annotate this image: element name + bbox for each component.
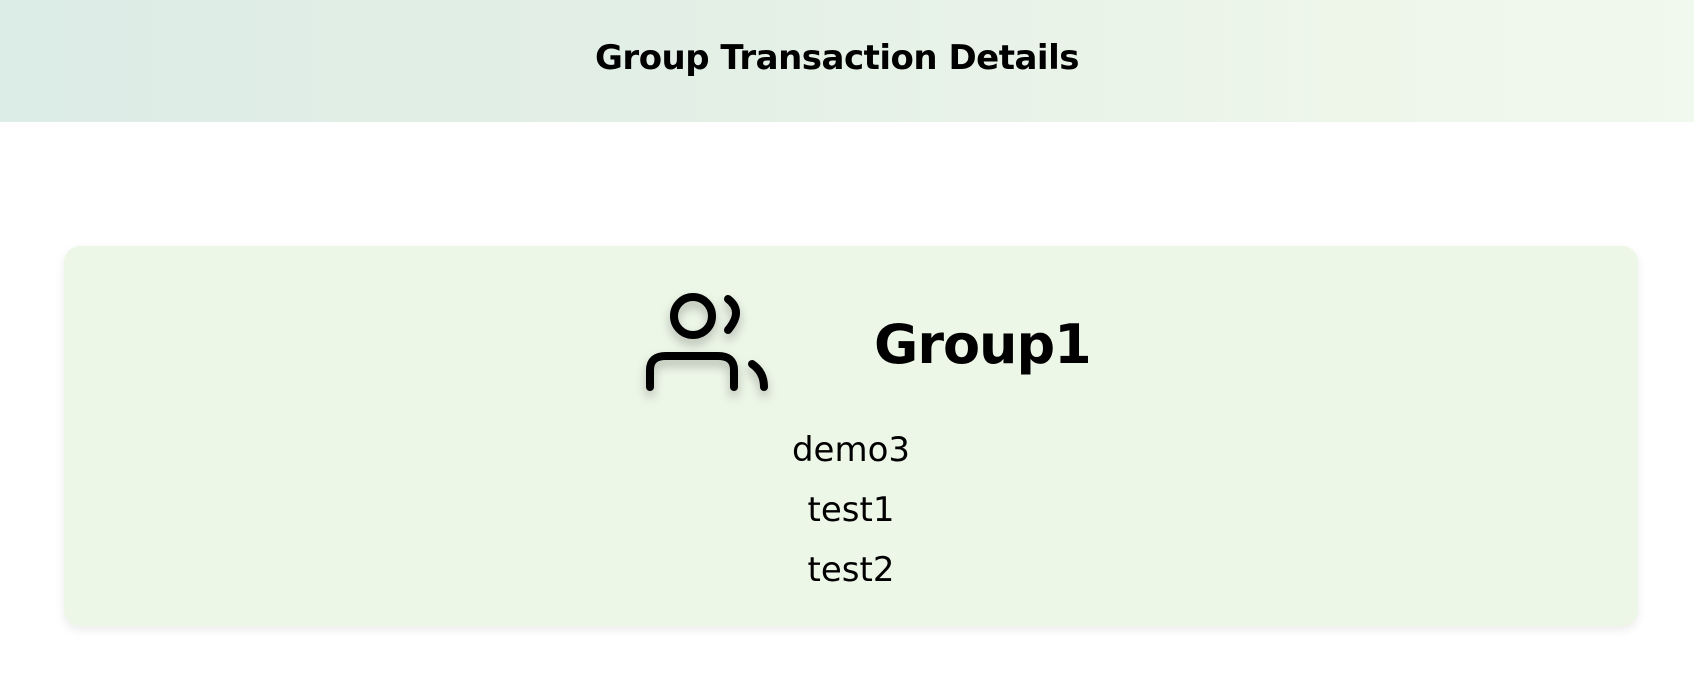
member-item: test1 [807,490,895,530]
page-title: Group Transaction Details [595,38,1079,78]
group-name: Group1 [874,313,1092,376]
users-icon [646,293,768,391]
member-list: demo3 test1 test2 [0,420,1694,600]
member-item: demo3 [791,430,911,470]
member-item: test2 [807,550,895,590]
page: Group Transaction Details Group1 demo3 t… [0,0,1694,696]
page-header: Group Transaction Details [0,0,1694,122]
